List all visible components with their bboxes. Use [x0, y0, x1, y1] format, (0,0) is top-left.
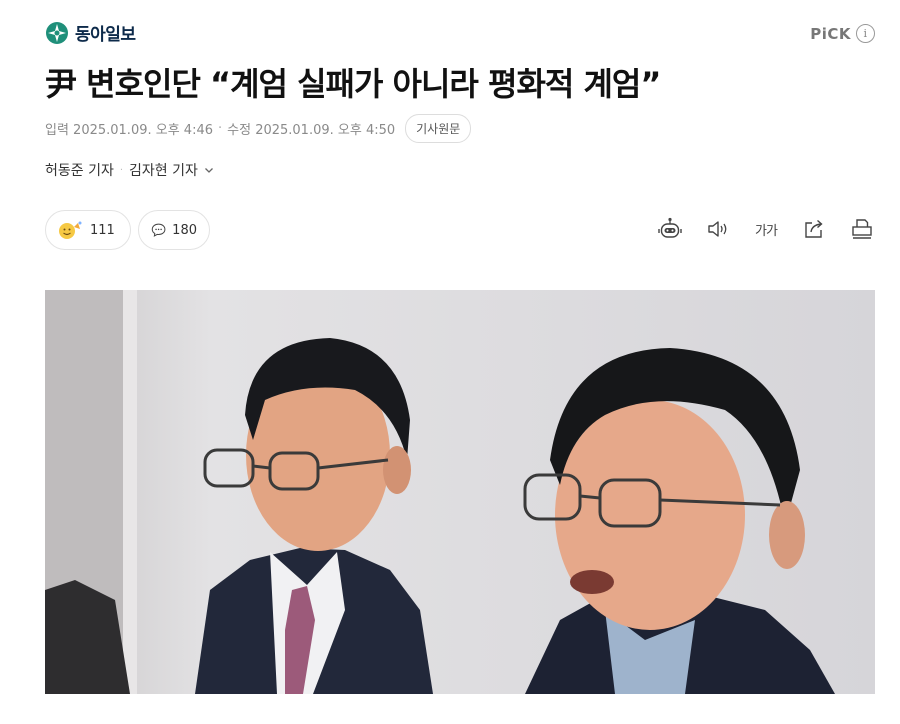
article-photo-image [45, 290, 875, 694]
original-article-button[interactable]: 기사원문 [405, 114, 472, 143]
print-icon [852, 219, 872, 239]
article-actions: 111 180 가가 [45, 210, 875, 252]
summary-bot-button[interactable] [657, 216, 683, 242]
pick-badge[interactable]: PiCK i [810, 24, 875, 43]
article-tools: 가가 [657, 216, 875, 242]
reporter-name[interactable]: 김자현 기자 [129, 160, 198, 180]
share-button[interactable] [801, 216, 827, 242]
press-logo[interactable]: 동아일보 [45, 20, 136, 45]
font-size-button[interactable]: 가가 [753, 216, 779, 242]
print-button[interactable] [849, 216, 875, 242]
summary-bot-icon [658, 217, 682, 238]
comment-button[interactable]: 180 [138, 210, 210, 250]
comment-count: 180 [172, 222, 197, 238]
speaker-icon [708, 221, 727, 237]
press-logo-icon [46, 21, 68, 44]
article-headline: 尹 변호인단 “계엄 실패가 아니라 평화적 계엄” [45, 65, 661, 103]
meta-separator: · [218, 121, 223, 136]
published-time: 입력 2025.01.09. 오후 4:46 [45, 123, 213, 138]
press-header: 동아일보 PiCK i [45, 20, 875, 50]
modified-time: 수정 2025.01.09. 오후 4:50 [227, 123, 396, 138]
reaction-emoji-icon [59, 221, 82, 239]
reporter-list[interactable]: 허동준 기자 · 김자현 기자 [45, 160, 214, 180]
article-photo [45, 290, 875, 694]
article-meta: 입력 2025.01.09. 오후 4:46 · 수정 2025.01.09. … [45, 114, 472, 143]
reporter-separator: · [119, 164, 124, 176]
chevron-down-icon[interactable] [204, 165, 214, 175]
share-icon [805, 219, 823, 238]
speaker-button[interactable] [705, 216, 731, 242]
pick-label: PiCK [810, 24, 851, 43]
comment-icon [151, 223, 166, 237]
font-size-icon: 가가 [755, 223, 778, 239]
reaction-count: 111 [90, 222, 115, 238]
reporter-name[interactable]: 허동준 기자 [45, 160, 114, 180]
reaction-button[interactable]: 111 [45, 210, 131, 250]
info-icon[interactable]: i [856, 24, 875, 43]
press-logo-text: 동아일보 [75, 25, 136, 45]
